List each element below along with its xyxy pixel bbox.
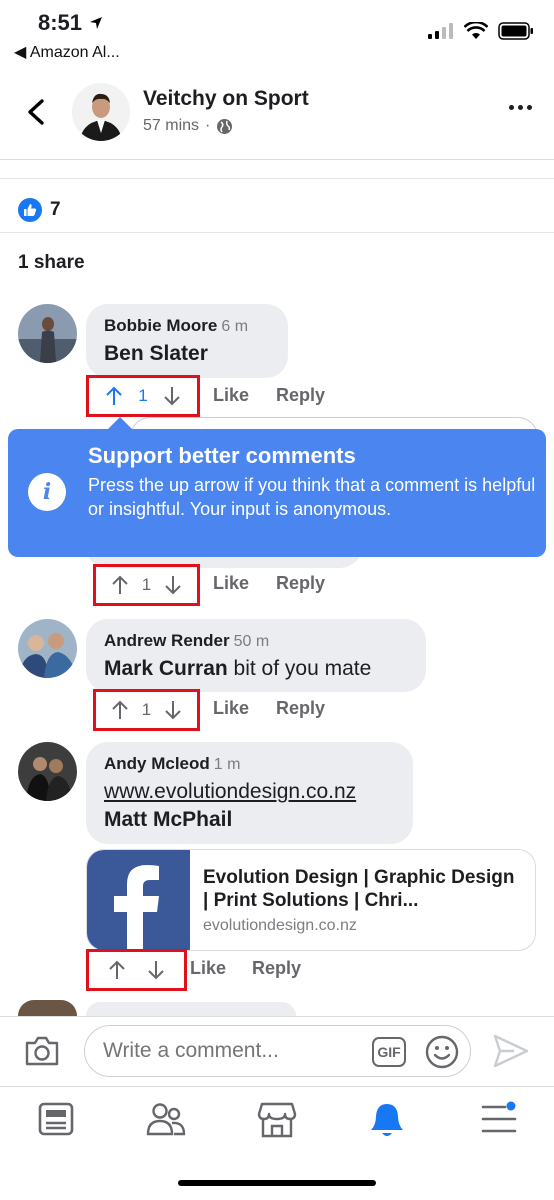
like-button[interactable]: Like — [213, 573, 249, 594]
avatar[interactable] — [18, 619, 77, 678]
post-meta: 57 mins · — [143, 117, 233, 135]
comment-time: 1 m — [213, 756, 241, 773]
like-icon — [18, 198, 42, 222]
location-arrow-icon — [90, 17, 103, 29]
battery-icon — [498, 22, 533, 40]
page-avatar[interactable] — [72, 83, 130, 141]
vote-box: 1 — [93, 689, 200, 731]
gif-button[interactable]: GIF — [372, 1037, 406, 1067]
tagged-name[interactable]: Ben Slater — [104, 342, 208, 365]
send-icon[interactable] — [492, 1033, 530, 1069]
groups-icon[interactable] — [146, 1101, 186, 1137]
comment-bubble — [86, 1002, 296, 1016]
support-comments-tooltip[interactable]: i Support better comments Press the up a… — [8, 417, 546, 557]
vote-count: 1 — [141, 700, 152, 719]
comment-author[interactable]: Andy Mcleod — [104, 754, 210, 773]
comment-time: 50 m — [233, 633, 270, 650]
vote-box: 1 — [86, 375, 200, 417]
page-name[interactable]: Veitchy on Sport — [143, 87, 309, 111]
back-to-app-link[interactable]: ◀ Amazon Al... — [14, 42, 120, 62]
camera-icon[interactable] — [24, 1035, 60, 1067]
tooltip-body: Press the up arrow if you think that a c… — [88, 475, 536, 519]
reaction-count: 7 — [50, 199, 61, 220]
link-preview-card[interactable]: Evolution Design | Graphic Design | Prin… — [86, 849, 536, 951]
like-button[interactable]: Like — [190, 958, 226, 979]
like-button[interactable]: Like — [213, 698, 249, 719]
down-arrow-icon[interactable] — [147, 960, 165, 980]
up-arrow-icon[interactable] — [111, 700, 129, 720]
wifi-icon — [464, 22, 488, 39]
comment-actions: 1 Like Reply — [0, 375, 554, 417]
reply-button[interactable]: Reply — [252, 958, 301, 979]
comment-bubble: Andrew Render 50 m Mark Curran bit of you… — [86, 619, 426, 692]
comment-time: 6 m — [221, 318, 249, 335]
divider — [0, 232, 554, 233]
notifications-icon[interactable] — [369, 1101, 405, 1139]
home-indicator — [178, 1180, 376, 1186]
smile-icon[interactable] — [424, 1034, 460, 1070]
share-count[interactable]: 1 share — [18, 252, 85, 274]
link-title: Evolution Design | Graphic Design | Prin… — [203, 867, 515, 911]
tagged-name[interactable]: Mark Curran — [104, 657, 228, 680]
info-icon: i — [28, 473, 66, 511]
reply-button[interactable]: Reply — [276, 698, 325, 719]
meta-separator: · — [205, 117, 211, 134]
more-icon[interactable] — [509, 105, 532, 110]
avatar — [18, 1000, 77, 1016]
status-time: 8:51 — [38, 10, 104, 36]
reply-button[interactable]: Reply — [276, 573, 325, 594]
comment-link[interactable]: www.evolutiondesign.co.nz — [104, 780, 356, 803]
tooltip-title: Support better comments — [88, 443, 356, 468]
status-bar: 8:51 ◀ Amazon Al... — [0, 0, 554, 70]
comment-input[interactable] — [84, 1025, 471, 1077]
tagged-name[interactable]: Matt McPhail — [104, 808, 232, 831]
reply-button[interactable]: Reply — [276, 385, 325, 406]
vote-count: 1 — [141, 575, 152, 594]
marketplace-icon[interactable] — [257, 1101, 297, 1139]
reactions-summary[interactable]: 7 — [18, 198, 61, 222]
facebook-logo-icon — [87, 850, 190, 950]
avatar[interactable] — [18, 742, 77, 801]
vote-box — [86, 949, 187, 991]
post-header: Veitchy on Sport 57 mins · — [0, 75, 554, 160]
like-button[interactable]: Like — [213, 385, 249, 406]
avatar[interactable] — [18, 304, 77, 363]
comment-text: bit of you mate — [227, 657, 372, 680]
up-arrow-icon[interactable] — [108, 960, 126, 980]
down-arrow-icon[interactable] — [164, 575, 182, 595]
vote-count: 1 — [138, 386, 148, 405]
divider — [0, 178, 554, 179]
link-domain: evolutiondesign.co.nz — [203, 917, 357, 934]
news-feed-icon[interactable] — [37, 1101, 75, 1137]
comment-author[interactable]: Andrew Render — [104, 631, 230, 650]
comment-actions: 1 Like Reply — [0, 689, 554, 731]
back-chevron-icon[interactable] — [22, 97, 52, 127]
status-icons — [428, 22, 534, 40]
up-arrow-icon[interactable] — [111, 575, 129, 595]
comment-bubble: Andy Mcleod 1 m www.evolutiondesign.co.nz… — [86, 742, 413, 844]
post-time: 57 mins — [143, 117, 200, 134]
down-arrow-icon[interactable] — [164, 700, 182, 720]
down-arrow-icon[interactable] — [163, 386, 181, 406]
comment-bubble: Bobbie Moore 6 m Ben Slater — [86, 304, 288, 378]
menu-icon[interactable] — [480, 1101, 518, 1137]
comment-actions: Like Reply — [0, 949, 554, 991]
up-arrow-icon[interactable] — [105, 386, 123, 406]
tooltip-pointer — [108, 417, 132, 429]
comment-composer: GIF — [0, 1016, 554, 1086]
signal-icon — [428, 23, 453, 39]
comment-author[interactable]: Bobbie Moore — [104, 316, 217, 335]
comment-actions: 1 Like Reply — [0, 564, 554, 606]
vote-box: 1 — [93, 564, 200, 606]
globe-icon — [217, 118, 233, 134]
